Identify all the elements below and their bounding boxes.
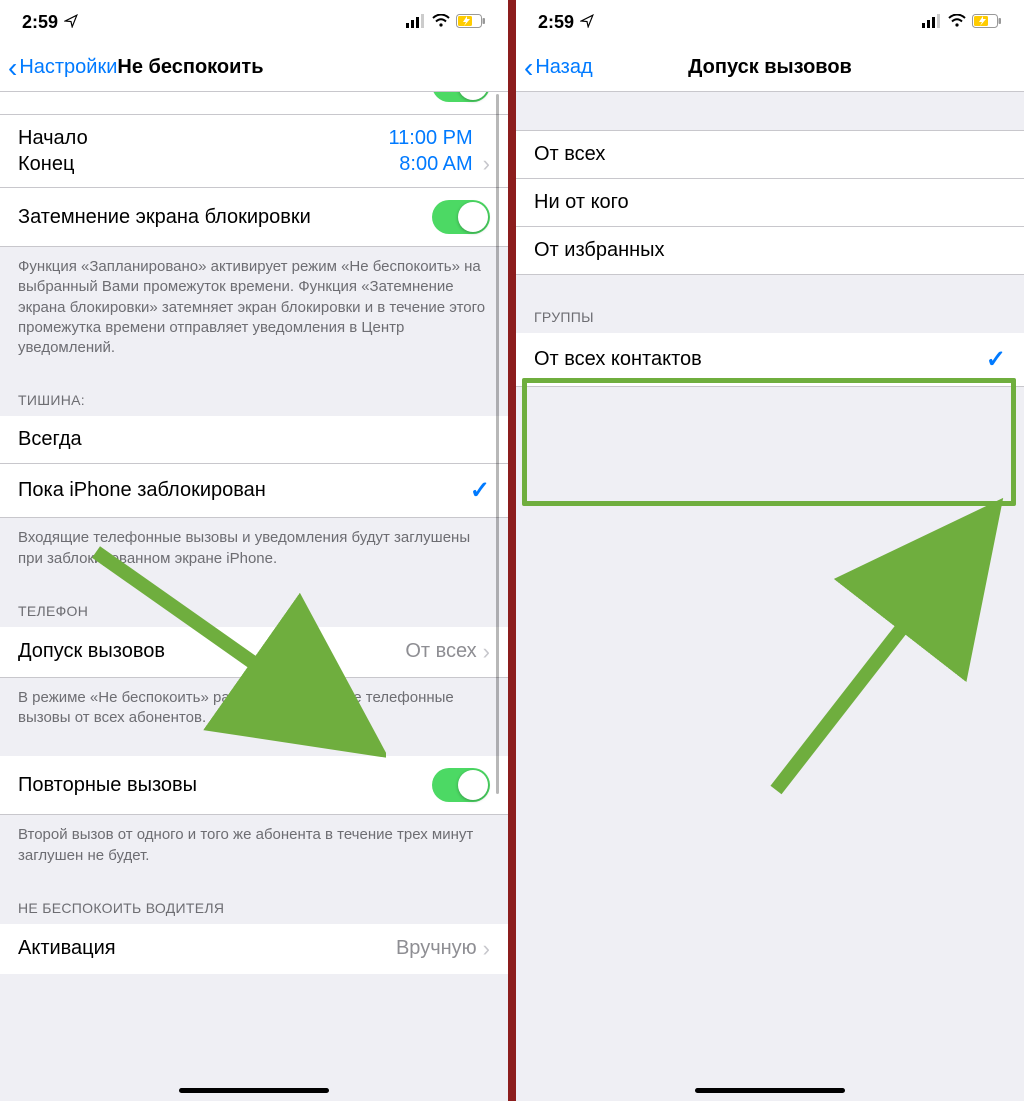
row-repeated-calls[interactable]: Повторные вызовы xyxy=(0,756,508,815)
toggle-repeated[interactable] xyxy=(432,768,490,802)
home-indicator xyxy=(179,1088,329,1093)
nav-bar: ‹ Настройки Не беспокоить xyxy=(0,44,508,92)
back-label: Назад xyxy=(535,56,592,79)
row-label: Всегда xyxy=(18,428,82,451)
annotation-arrow xyxy=(746,470,1016,810)
location-icon xyxy=(580,12,594,33)
cell-signal-icon xyxy=(922,12,942,33)
back-label: Настройки xyxy=(19,56,117,79)
row-label: Ни от кого xyxy=(534,191,629,214)
row-label: Активация xyxy=(18,937,116,960)
row-label: Пока iPhone заблокирован xyxy=(18,479,266,502)
section-groups: ГРУППЫ xyxy=(516,275,1024,333)
section-silence: ТИШИНА: xyxy=(0,372,508,416)
scheduled-footer: Функция «Запланировано» активирует режим… xyxy=(0,247,508,372)
row-dim-lock[interactable]: Затемнение экрана блокировки xyxy=(0,188,508,247)
row-label: От всех контактов xyxy=(534,348,702,371)
chevron-left-icon: ‹ xyxy=(524,54,533,82)
status-time: 2:59 xyxy=(538,12,574,33)
row-label: Повторные вызовы xyxy=(18,774,197,797)
checkmark-icon: ✓ xyxy=(470,476,490,505)
screenshot-divider xyxy=(508,0,516,1101)
row-option-noone[interactable]: Ни от кого xyxy=(516,179,1024,227)
back-button[interactable]: ‹ Назад xyxy=(516,54,593,82)
toggle-dim-lock[interactable] xyxy=(432,200,490,234)
location-icon xyxy=(64,12,78,33)
row-option-all-contacts[interactable]: От всех контактов ✓ xyxy=(516,333,1024,387)
row-scheduled[interactable]: Запланировано xyxy=(0,92,508,115)
row-option-favorites[interactable]: От избранных xyxy=(516,227,1024,275)
battery-icon xyxy=(456,12,486,33)
row-activation[interactable]: Активация Вручную › xyxy=(0,924,508,974)
allow-calls-footer: В режиме «Не беспокоить» разрешить входя… xyxy=(0,678,508,743)
silence-footer: Входящие телефонные вызовы и уведомления… xyxy=(0,518,508,583)
chevron-right-icon: › xyxy=(483,639,490,665)
cell-signal-icon xyxy=(406,12,426,33)
row-value: От всех xyxy=(405,640,476,663)
end-value: 8:00 AM xyxy=(399,153,472,176)
status-time: 2:59 xyxy=(22,12,58,33)
scrollbar[interactable] xyxy=(496,94,499,794)
row-label: От избранных xyxy=(534,239,665,262)
chevron-right-icon: › xyxy=(483,151,490,177)
back-button[interactable]: ‹ Настройки xyxy=(0,54,117,82)
row-option-everyone[interactable]: От всех xyxy=(516,130,1024,179)
status-bar: 2:59 xyxy=(516,0,1024,44)
home-indicator xyxy=(695,1088,845,1093)
wifi-icon xyxy=(432,12,450,33)
toggle-scheduled[interactable] xyxy=(432,92,490,102)
start-value: 11:00 PM xyxy=(389,127,473,150)
battery-icon xyxy=(972,12,1002,33)
page-title: Не беспокоить xyxy=(117,56,263,79)
chevron-right-icon: › xyxy=(483,936,490,962)
row-label: От всех xyxy=(534,143,605,166)
row-allow-calls[interactable]: Допуск вызовов От всех › xyxy=(0,627,508,678)
row-time-range[interactable]: Начало 11:00 PM › Конец 8:00 AM › xyxy=(0,115,508,188)
nav-bar: ‹ Назад Допуск вызовов xyxy=(516,44,1024,92)
section-driver: НЕ БЕСПОКОИТЬ ВОДИТЕЛЯ xyxy=(0,880,508,924)
repeated-footer: Второй вызов от одного и того же абонент… xyxy=(0,815,508,880)
status-bar: 2:59 xyxy=(0,0,508,44)
row-silence-locked[interactable]: Пока iPhone заблокирован ✓ xyxy=(0,464,508,518)
chevron-left-icon: ‹ xyxy=(8,54,17,82)
section-phone: ТЕЛЕФОН xyxy=(0,583,508,627)
end-label: Конец xyxy=(18,153,74,176)
row-silence-always[interactable]: Всегда xyxy=(0,416,508,464)
start-label: Начало xyxy=(18,127,88,150)
wifi-icon xyxy=(948,12,966,33)
row-label: Затемнение экрана блокировки xyxy=(18,206,311,229)
checkmark-icon: ✓ xyxy=(986,345,1006,374)
row-label: Допуск вызовов xyxy=(18,640,165,663)
row-value: Вручную xyxy=(396,937,477,960)
